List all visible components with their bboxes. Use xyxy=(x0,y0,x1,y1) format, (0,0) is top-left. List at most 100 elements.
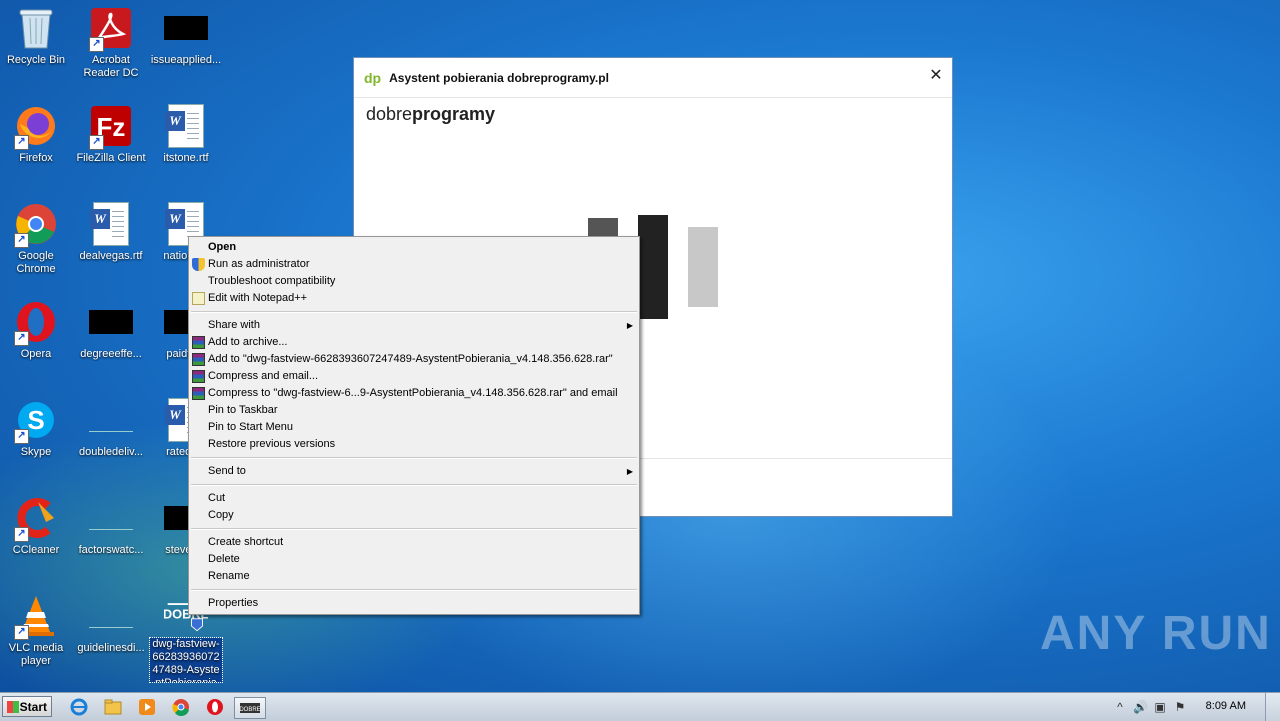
menu-item-pin-start[interactable]: Pin to Start Menu xyxy=(189,419,639,436)
show-desktop-button[interactable] xyxy=(1265,693,1280,721)
recycle-bin-icon xyxy=(14,6,58,50)
windows-logo-icon xyxy=(7,701,19,713)
menu-item-send-to[interactable]: Send to ▶ xyxy=(189,463,639,480)
menu-item-compress-email[interactable]: Compress and email... xyxy=(189,368,639,385)
internet-explorer-icon[interactable] xyxy=(68,697,90,717)
desktop-icon-label: FileZilla Client xyxy=(76,152,146,164)
desktop-icon-firefox[interactable]: ↗ Firefox xyxy=(0,104,72,165)
action-center-flag-icon[interactable]: ⚑ xyxy=(1173,700,1187,714)
desktop-icon-doubledeliv[interactable]: doubledeliv... xyxy=(75,398,147,459)
menu-item-pin-taskbar[interactable]: Pin to Taskbar xyxy=(189,402,639,419)
menu-item-create-shortcut[interactable]: Create shortcut xyxy=(189,534,639,551)
menu-item-label: Run as administrator xyxy=(208,258,310,270)
winrar-icon xyxy=(192,353,205,366)
chrome-icon: ↗ xyxy=(14,202,58,248)
shortcut-arrow-icon: ↗ xyxy=(14,625,29,640)
start-button[interactable]: Start xyxy=(2,696,52,717)
menu-item-add-to-rar[interactable]: Add to "dwg-fastview-6628393607247489-As… xyxy=(189,351,639,368)
vlc-cone-icon: ↗ xyxy=(14,594,58,640)
shortcut-arrow-icon: ↗ xyxy=(14,331,29,346)
brand-logo: dobreprogramy xyxy=(366,104,495,125)
menu-item-label: Share with xyxy=(208,319,260,331)
desktop-icon-ccleaner[interactable]: ↗ CCleaner xyxy=(0,496,72,557)
acrobat-icon: ↗ xyxy=(89,6,133,52)
loading-bar xyxy=(688,227,718,307)
show-hidden-icons-icon[interactable]: ^ xyxy=(1113,700,1127,714)
desktop-icon-label: itstone.rtf xyxy=(163,152,209,164)
desktop-icon-label: Opera xyxy=(20,348,52,360)
menu-item-add-to-archive[interactable]: Add to archive... xyxy=(189,334,639,351)
close-icon[interactable]: ✕ xyxy=(928,68,944,84)
desktop-icon-degreeeffe[interactable]: degreeeffe... xyxy=(75,300,147,361)
desktop-icon-guidelinesdi[interactable]: guidelinesdi... xyxy=(75,594,147,655)
desktop-icon-itstone[interactable]: W itstone.rtf xyxy=(150,104,222,165)
menu-item-label: Add to "dwg-fastview-6628393607247489-As… xyxy=(208,353,613,365)
window-titlebar[interactable]: dp Asystent pobierania dobreprogramy.pl … xyxy=(354,58,952,98)
dobre-taskbar-button[interactable]: DOBRE xyxy=(234,697,266,719)
svg-text:DOBRE: DOBRE xyxy=(239,707,260,713)
desktop-icon-label: Acrobat Reader DC xyxy=(83,54,139,79)
system-tray: ^ 🔊 ▣ ⚑ 8:09 AM xyxy=(1105,693,1280,721)
desktop-icon-label: dealvegas.rtf xyxy=(79,250,143,262)
filezilla-icon: Fz ↗ xyxy=(89,104,133,150)
svg-text:S: S xyxy=(27,405,44,435)
word-document-icon: W xyxy=(89,202,133,246)
clock[interactable]: 8:09 AM xyxy=(1206,700,1246,712)
menu-item-open[interactable]: Open xyxy=(189,239,639,256)
desktop-icon-filezilla[interactable]: Fz ↗ FileZilla Client xyxy=(75,104,147,165)
menu-separator xyxy=(191,589,637,591)
desktop-icon-factorswatc[interactable]: factorswatc... xyxy=(75,496,147,557)
desktop-icon-opera[interactable]: ↗ Opera xyxy=(0,300,72,361)
submenu-arrow-icon: ▶ xyxy=(626,467,633,476)
file-explorer-icon[interactable] xyxy=(102,697,124,717)
opera-icon: ↗ xyxy=(14,300,58,346)
desktop-icon-label: Recycle Bin xyxy=(6,54,66,66)
chrome-taskbar-icon[interactable] xyxy=(170,697,192,717)
menu-item-troubleshoot[interactable]: Troubleshoot compatibility xyxy=(189,273,639,290)
desktop-icon-label: doubledeliv... xyxy=(78,446,143,458)
winrar-icon xyxy=(192,370,205,383)
media-player-icon[interactable] xyxy=(136,697,158,717)
menu-item-properties[interactable]: Properties xyxy=(189,595,639,612)
desktop-icon-label: VLC media player xyxy=(8,642,64,667)
desktop-icon-label: Firefox xyxy=(19,152,53,164)
desktop-icon-acrobat[interactable]: ↗ Acrobat Reader DC xyxy=(75,6,147,80)
menu-item-rename[interactable]: Rename xyxy=(189,568,639,585)
shortcut-arrow-icon: ↗ xyxy=(14,527,29,542)
menu-item-copy[interactable]: Copy xyxy=(189,507,639,524)
winrar-icon xyxy=(192,387,205,400)
menu-item-restore-versions[interactable]: Restore previous versions xyxy=(189,436,639,453)
blank-file-icon xyxy=(89,398,133,442)
shortcut-arrow-icon: ↗ xyxy=(89,135,104,150)
ccleaner-icon: ↗ xyxy=(14,496,58,542)
menu-item-delete[interactable]: Delete xyxy=(189,551,639,568)
brand-bold: programy xyxy=(412,104,496,124)
menu-item-run-as-admin[interactable]: Run as administrator xyxy=(189,256,639,273)
desktop-icon-label: issueapplied... xyxy=(150,54,222,66)
redacted-icon xyxy=(89,300,133,344)
desktop-icon-issueapplied[interactable]: issueapplied... xyxy=(150,6,222,67)
window-title: Asystent pobierania dobreprogramy.pl xyxy=(389,70,609,85)
word-document-icon: W xyxy=(164,104,208,148)
menu-item-label: Compress and email... xyxy=(208,370,319,382)
menu-item-cut[interactable]: Cut xyxy=(189,490,639,507)
firefox-icon: ↗ xyxy=(14,104,58,150)
volume-icon[interactable]: 🔊 xyxy=(1133,700,1148,714)
menu-separator xyxy=(191,484,637,486)
menu-item-edit-notepadpp[interactable]: Edit with Notepad++ xyxy=(189,290,639,307)
shortcut-arrow-icon: ↗ xyxy=(14,233,29,248)
desktop-icon-recycle-bin[interactable]: Recycle Bin xyxy=(0,6,72,67)
menu-item-label: Send to xyxy=(208,465,246,477)
opera-taskbar-icon[interactable] xyxy=(204,697,226,717)
network-icon[interactable]: ▣ xyxy=(1153,700,1167,714)
menu-item-compress-to-rar-email[interactable]: Compress to "dwg-fastview-6...9-Asystent… xyxy=(189,385,639,402)
desktop-icon-chrome[interactable]: ↗ Google Chrome xyxy=(0,202,72,276)
blank-file-icon xyxy=(89,496,133,540)
start-label: Start xyxy=(19,700,47,714)
shortcut-arrow-icon: ↗ xyxy=(14,429,29,444)
desktop-icon-dealvegas[interactable]: W dealvegas.rtf xyxy=(75,202,147,263)
desktop-icon-vlc[interactable]: ↗ VLC media player xyxy=(0,594,72,668)
menu-item-share-with[interactable]: Share with ▶ xyxy=(189,317,639,334)
redacted-icon xyxy=(164,6,208,50)
desktop-icon-skype[interactable]: S ↗ Skype xyxy=(0,398,72,459)
